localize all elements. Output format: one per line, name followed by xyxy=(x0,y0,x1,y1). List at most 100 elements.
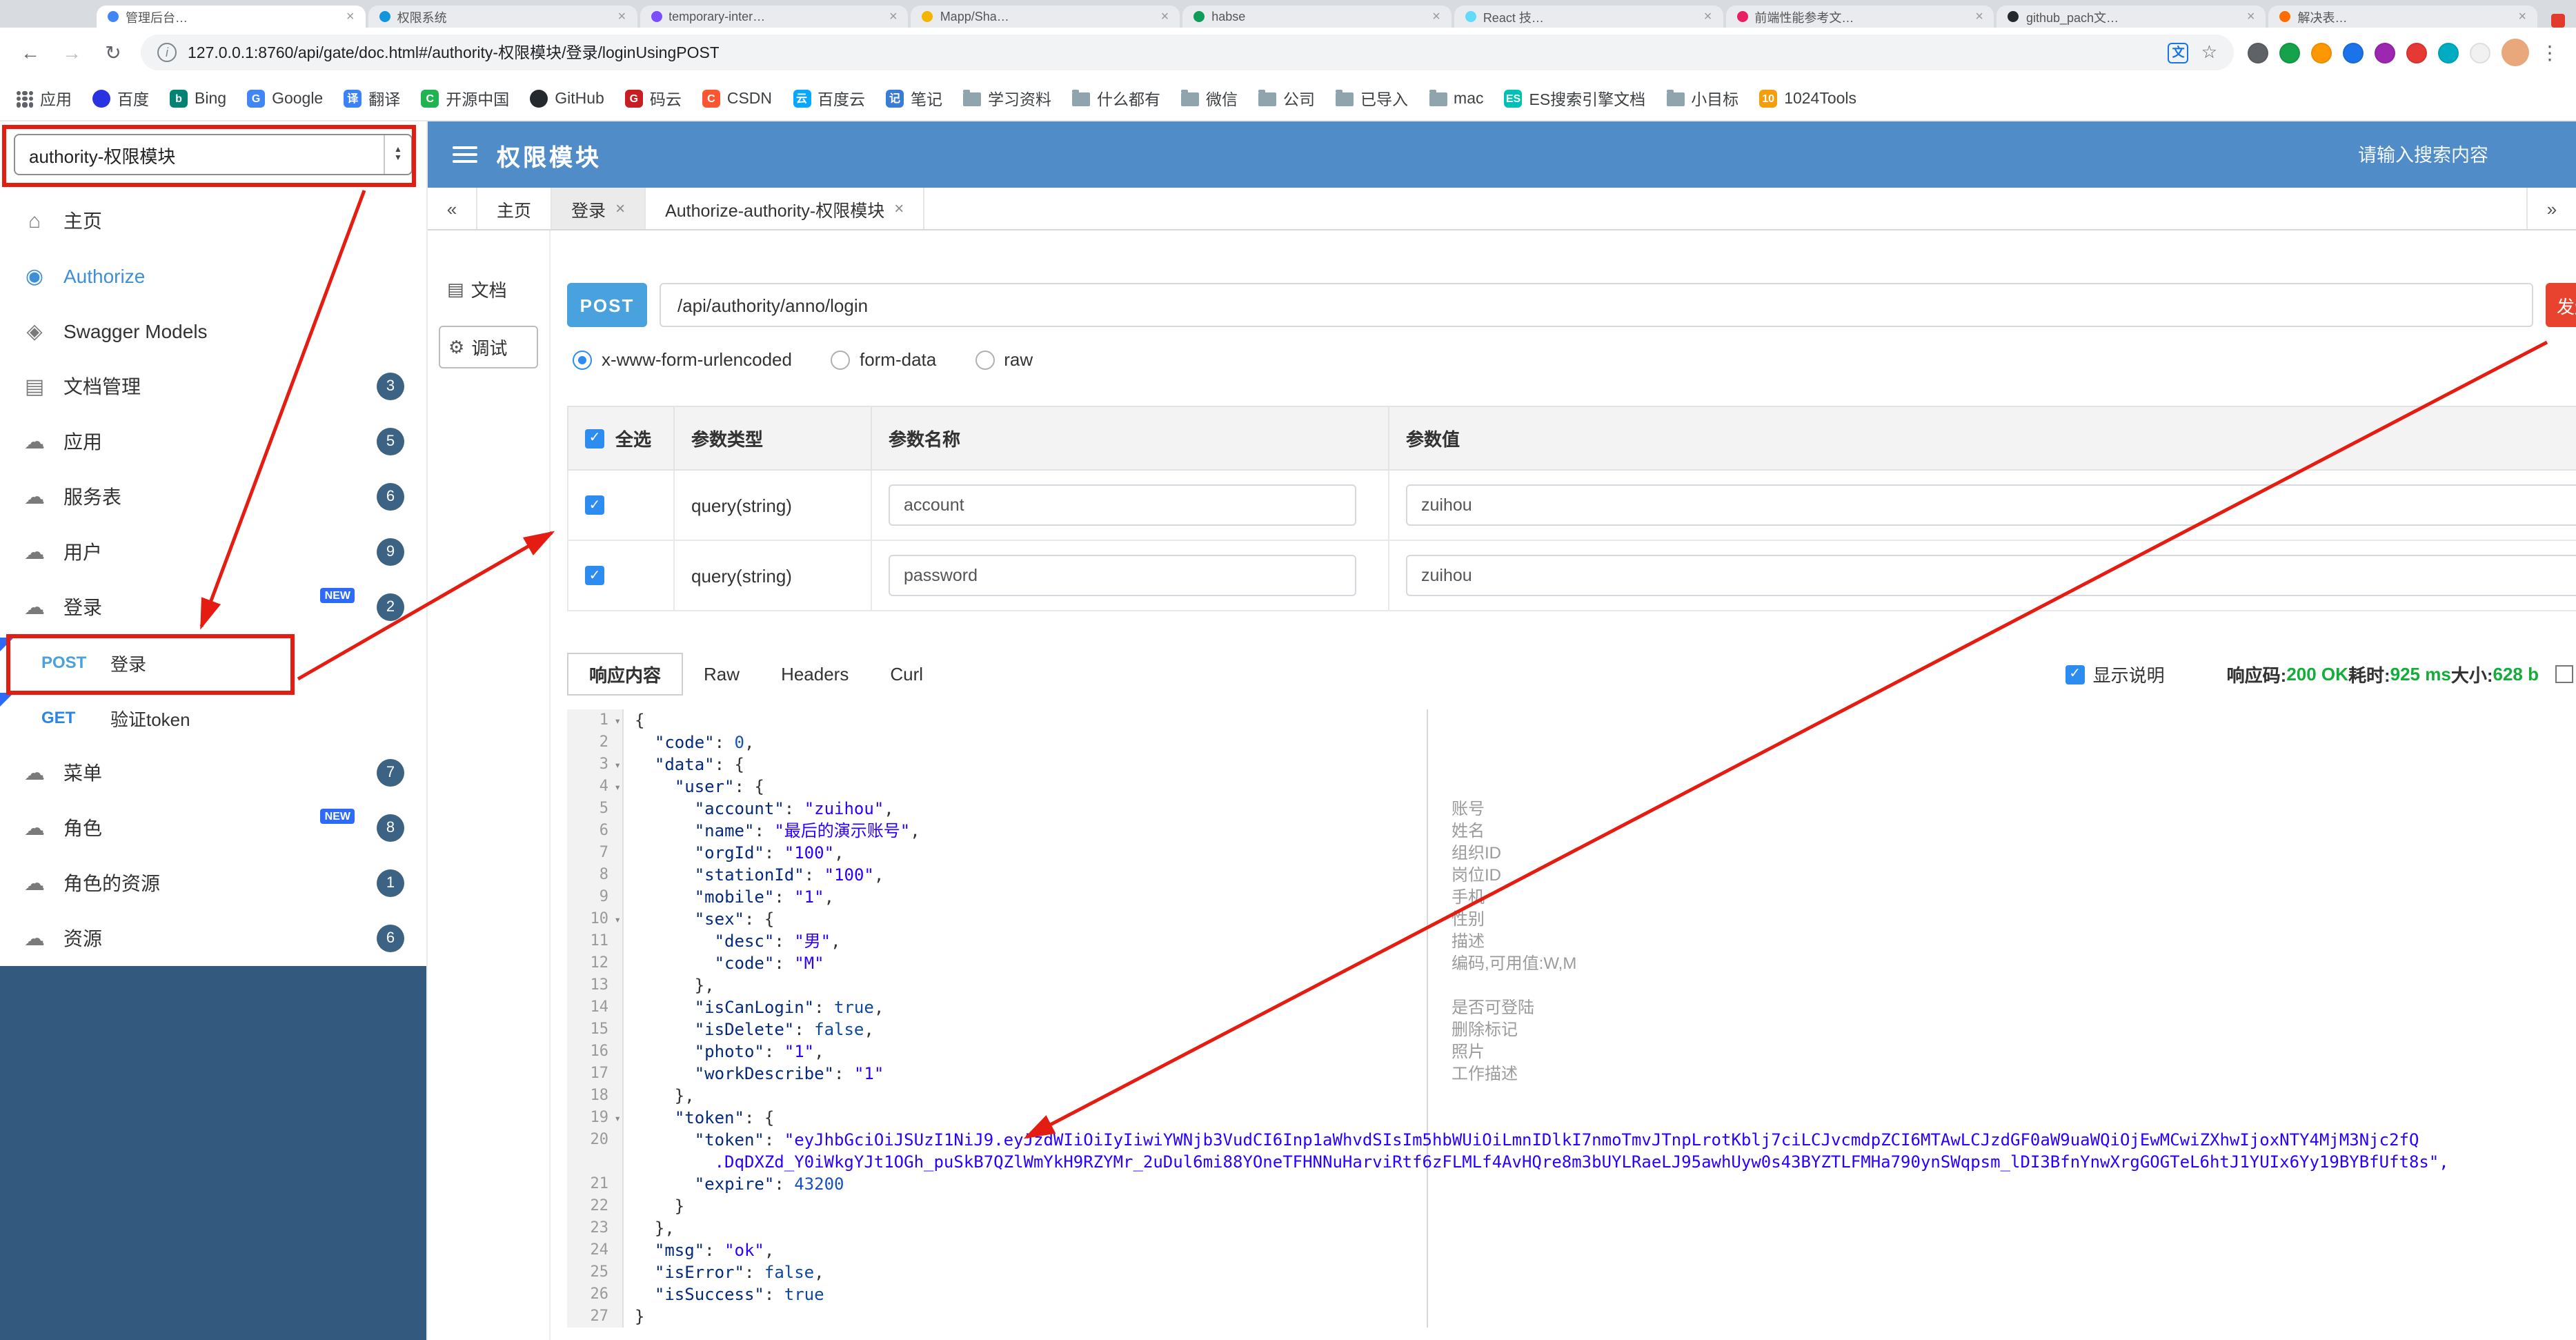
row-checkbox[interactable]: ✓ xyxy=(585,495,604,515)
doc-tab[interactable]: 主页 xyxy=(477,188,553,229)
extension-icon[interactable] xyxy=(2438,42,2459,63)
tab-close-icon[interactable]: × xyxy=(617,9,626,24)
info-icon[interactable]: i xyxy=(157,43,177,62)
bookmark-item[interactable]: 已导入 xyxy=(1336,88,1408,110)
content-type-radio[interactable]: x-www-form-urlencoded xyxy=(573,349,792,370)
extension-icon[interactable] xyxy=(2470,42,2490,63)
bookmark-item[interactable]: 什么都有 xyxy=(1072,88,1160,110)
reload-icon[interactable]: ↻ xyxy=(99,41,127,64)
profile-avatar[interactable] xyxy=(2501,39,2529,66)
browser-tab[interactable]: github_pach文… × xyxy=(1997,6,2266,28)
collapse-tabs-icon[interactable]: « xyxy=(428,188,477,229)
response-editor[interactable]: 1{2 "code": 0,3 "data": {4 "user": {5 "a… xyxy=(567,709,2576,1328)
bookmark-item[interactable]: 学习资料 xyxy=(963,88,1051,110)
bookmark-item[interactable]: 小目标 xyxy=(1666,88,1738,110)
bookmark-item[interactable]: b Bing xyxy=(170,90,226,108)
bookmark-item[interactable]: G 码云 xyxy=(624,88,682,110)
show-desc-toggle[interactable]: ✓ 显示说明 xyxy=(2065,661,2165,687)
doc-tab[interactable]: Authorize-authority-权限模块 × xyxy=(646,188,925,229)
sidebar-item[interactable]: ☁ 登录 NEW 2 xyxy=(0,580,426,635)
extension-icon[interactable] xyxy=(2311,42,2332,63)
expand-tabs-icon[interactable]: » xyxy=(2526,188,2576,229)
bookmark-item[interactable]: G Google xyxy=(247,90,323,108)
browser-tab[interactable]: habse × xyxy=(1182,6,1452,28)
sidebar-item[interactable]: GET 验证token xyxy=(0,690,426,745)
bookmark-item[interactable]: mac xyxy=(1429,89,1484,107)
bookmark-item[interactable]: 10 1024Tools xyxy=(1759,90,1856,108)
bookmark-item[interactable]: ES ES搜索引擎文档 xyxy=(1504,88,1645,110)
back-icon[interactable]: ← xyxy=(17,41,44,63)
bookmark-item[interactable]: 微信 xyxy=(1181,88,1238,110)
extension-icon[interactable] xyxy=(2343,42,2364,63)
send-button[interactable]: 发送 xyxy=(2546,283,2576,327)
record-icon[interactable] xyxy=(2551,14,2565,28)
translate-ic[interactable]: 文 xyxy=(2168,42,2189,63)
browser-tab[interactable]: React 技… × xyxy=(1454,6,1723,28)
browser-tab[interactable]: Mapp/Sha… × xyxy=(911,6,1180,28)
tab-close-icon[interactable]: × xyxy=(615,199,625,218)
sidebar-item[interactable]: ☁ 角色 NEW 8 xyxy=(0,800,426,856)
select-all-checkbox[interactable]: ✓ xyxy=(585,428,604,448)
content-type-radio[interactable]: form-data xyxy=(830,349,936,370)
extension-icon[interactable] xyxy=(2279,42,2300,63)
bookmark-star-icon[interactable]: ☆ xyxy=(2201,41,2217,63)
tab-close-icon[interactable]: × xyxy=(346,9,355,24)
sidebar-item[interactable]: ◉ Authorize xyxy=(0,248,426,304)
tab-close-icon[interactable]: × xyxy=(2247,9,2255,24)
browser-tab[interactable]: 前端性能参考文… × xyxy=(1725,6,1994,28)
extension-icon[interactable] xyxy=(2248,42,2268,63)
bookmark-item[interactable]: 云百度云 xyxy=(793,88,865,110)
bookmark-item[interactable]: 应用 xyxy=(17,88,72,110)
sidebar-item[interactable]: ▤ 文档管理 3 xyxy=(0,359,426,414)
tab-close-icon[interactable]: × xyxy=(1432,9,1440,24)
browser-tab[interactable]: 解决表… × xyxy=(2268,6,2538,28)
response-tab[interactable]: 响应内容 xyxy=(567,653,684,696)
header-search-input[interactable] xyxy=(2358,144,2537,165)
browser-tab[interactable]: 权限系统 × xyxy=(368,6,637,28)
sidebar-item[interactable]: ☁ 应用 5 xyxy=(0,414,426,469)
sidebar-item[interactable]: ☁ 资源 6 xyxy=(0,911,426,966)
bookmark-item[interactable]: 记笔记 xyxy=(886,88,942,110)
forward-icon[interactable]: → xyxy=(58,41,86,63)
bookmark-item[interactable]: 公司 xyxy=(1258,88,1315,110)
bookmark-item[interactable]: GitHub xyxy=(530,90,604,108)
module-select[interactable]: authority-权限模块 ▲ ▼ xyxy=(14,134,413,175)
browser-menu-icon[interactable]: ⋮ xyxy=(2540,41,2559,64)
param-value-input[interactable] xyxy=(1406,555,2576,596)
tab-close-icon[interactable]: × xyxy=(894,199,904,218)
tab-close-icon[interactable]: × xyxy=(1704,9,1712,24)
tab-close-icon[interactable]: × xyxy=(889,9,898,24)
tab-close-icon[interactable]: × xyxy=(1975,9,1983,24)
address-bar[interactable]: i 127.0.0.1:8760/api/gate/doc.html#/auth… xyxy=(141,35,2234,70)
param-name-input[interactable] xyxy=(889,484,1356,526)
sidebar-item[interactable]: ☁ 服务表 6 xyxy=(0,469,426,524)
extension-icon[interactable] xyxy=(2406,42,2427,63)
doc-tab[interactable]: 登录 × xyxy=(552,188,646,229)
response-tab[interactable]: Headers xyxy=(760,653,869,696)
nav-item-document[interactable]: ▤ 文档 xyxy=(439,269,538,309)
nav-item-debug[interactable]: ⚙ 调试 xyxy=(439,326,538,368)
bookmark-item[interactable]: C 开源中国 xyxy=(421,88,509,110)
extension-icon[interactable] xyxy=(2375,42,2395,63)
bookmark-item[interactable]: 百度 xyxy=(92,88,149,110)
bookmark-item[interactable]: C CSDN xyxy=(702,90,772,108)
param-name-input[interactable] xyxy=(889,555,1356,596)
content-type-radio[interactable]: raw xyxy=(975,349,1033,370)
sidebar-item[interactable]: ☁ 菜单 7 xyxy=(0,745,426,800)
sidebar-item[interactable]: ⌂ 主页 xyxy=(0,193,426,248)
sidebar-item[interactable]: POST 登录 xyxy=(0,635,426,690)
fullscreen-icon[interactable] xyxy=(2555,665,2573,683)
tab-close-icon[interactable]: × xyxy=(2518,9,2526,24)
sidebar-item[interactable]: ☁ 用户 9 xyxy=(0,524,426,580)
param-value-input[interactable] xyxy=(1406,484,2576,526)
sidebar-item[interactable]: ☁ 角色的资源 1 xyxy=(0,856,426,911)
sidebar-item[interactable]: ◈ Swagger Models xyxy=(0,304,426,359)
browser-tab[interactable]: temporary-inter… × xyxy=(640,6,909,28)
bookmark-item[interactable]: 译翻译 xyxy=(344,88,400,110)
browser-tab[interactable]: 管理后台… × xyxy=(97,6,366,28)
tab-close-icon[interactable]: × xyxy=(1161,9,1169,24)
hamburger-icon[interactable] xyxy=(453,146,477,163)
show-desc-checkbox[interactable]: ✓ xyxy=(2065,664,2085,684)
response-tab[interactable]: Curl xyxy=(869,653,944,696)
response-tab[interactable]: Raw xyxy=(683,653,760,696)
